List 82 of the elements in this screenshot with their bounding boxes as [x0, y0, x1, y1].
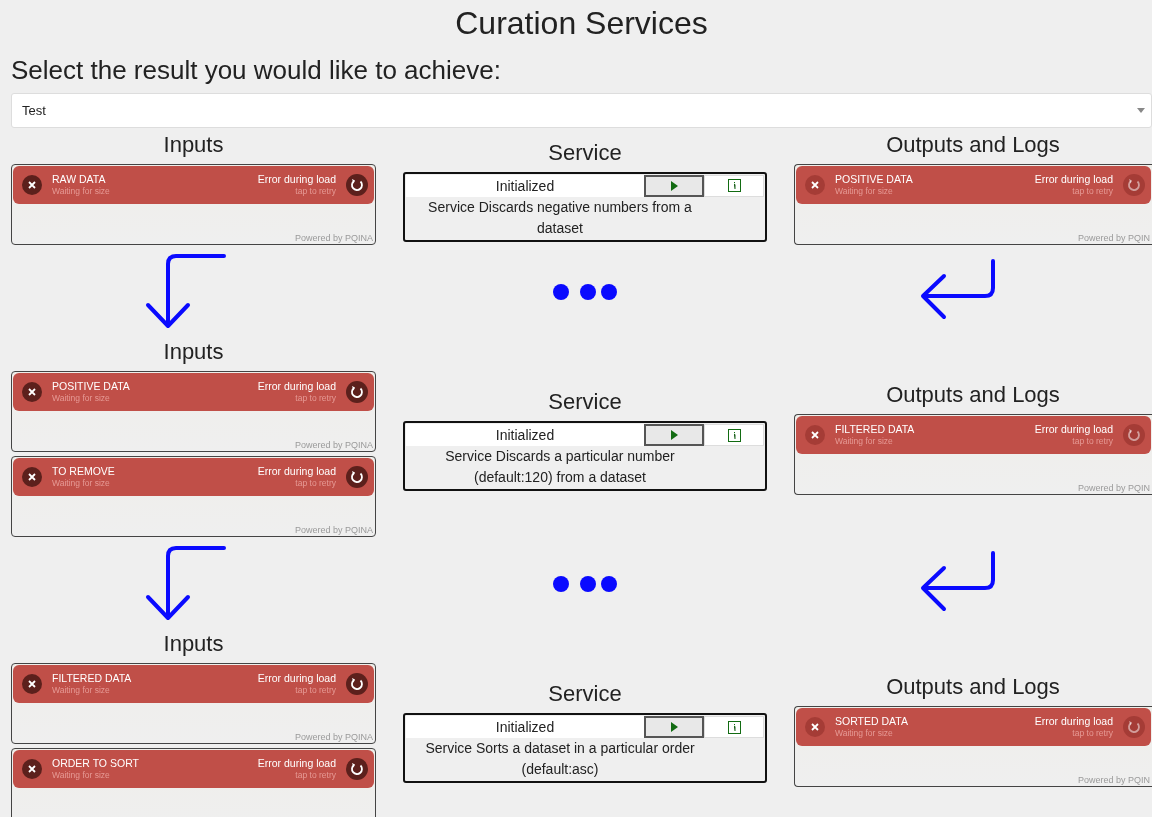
file-name: RAW DATA — [52, 173, 107, 186]
file-status: Waiting for size — [52, 186, 111, 197]
result-select[interactable]: Test — [11, 93, 1152, 128]
run-button[interactable] — [644, 174, 704, 197]
retry-hint: tap to retry — [294, 186, 336, 197]
file-name: FILTERED DATA — [835, 422, 916, 436]
inputs-heading: Inputs — [162, 631, 225, 657]
file-status: Waiting for size — [835, 727, 894, 739]
remove-button[interactable] — [22, 382, 42, 402]
file-status: Waiting for size — [52, 685, 111, 696]
error-text: Error during load — [257, 672, 336, 685]
retry-hint: tap to retry — [1071, 186, 1113, 197]
outputs-heading: Outputs and Logs — [885, 381, 1061, 408]
info-button[interactable] — [704, 716, 764, 738]
ellipsis-icon — [552, 283, 618, 301]
service-heading: Service — [547, 139, 623, 166]
info-button[interactable] — [704, 174, 764, 197]
retry-hint: tap to retry — [1071, 727, 1113, 739]
run-button[interactable] — [644, 424, 704, 446]
credit-text: Powered by PQIN — [1077, 774, 1150, 785]
file-status: Waiting for size — [52, 770, 111, 781]
remove-button[interactable] — [22, 467, 42, 487]
file-status: Waiting for size — [52, 478, 111, 489]
retry-button[interactable] — [346, 758, 368, 780]
error-text: Error during load — [257, 465, 336, 478]
error-text: Error during load — [1034, 422, 1113, 436]
service-heading: Service — [547, 681, 623, 707]
file-status: Waiting for size — [835, 435, 894, 447]
credit-text: Powered by PQINA — [294, 440, 373, 450]
ellipsis-icon — [552, 575, 618, 593]
file-name: ORDER TO SORT — [52, 757, 140, 770]
outputs-heading: Outputs and Logs — [885, 673, 1061, 700]
inputs-heading: Inputs — [162, 132, 225, 158]
play-icon — [670, 722, 678, 732]
retry-button[interactable] — [346, 381, 368, 403]
service-status: Initialized — [406, 716, 644, 738]
credit-text: Powered by PQIN — [1077, 233, 1150, 243]
retry-button[interactable] — [346, 466, 368, 488]
file-name: POSITIVE DATA — [835, 173, 914, 186]
retry-hint: tap to retry — [294, 685, 336, 696]
service-status: Initialized — [406, 424, 644, 446]
retry-hint: tap to retry — [294, 393, 336, 404]
remove-button[interactable] — [22, 759, 42, 779]
credit-text: Powered by PQINA — [294, 732, 373, 742]
service-description: Service Discards negative numbers from a dataset — [427, 197, 693, 238]
remove-button[interactable] — [22, 674, 42, 694]
service-heading: Service — [547, 389, 623, 415]
error-text: Error during load — [1034, 173, 1113, 186]
retry-hint: tap to retry — [1071, 435, 1113, 447]
error-text: Error during load — [1034, 714, 1113, 728]
error-text: Error during load — [257, 173, 336, 186]
remove-button[interactable] — [22, 175, 42, 195]
file-name: TO REMOVE — [52, 465, 116, 478]
run-button[interactable] — [644, 716, 704, 738]
retry-button[interactable] — [346, 673, 368, 695]
retry-hint: tap to retry — [294, 478, 336, 489]
credit-text: Powered by PQINA — [294, 233, 373, 243]
error-text: Error during load — [257, 757, 336, 770]
file-status: Waiting for size — [52, 393, 111, 404]
service-description: Service Sorts a dataset in a particular order (default:asc) — [424, 739, 696, 779]
file-status: Waiting for size — [835, 186, 894, 197]
credit-text: Powered by PQIN — [1077, 482, 1150, 493]
file-name: FILTERED DATA — [52, 672, 133, 685]
inputs-heading: Inputs — [162, 339, 225, 365]
credit-text: Powered by PQINA — [294, 525, 373, 535]
service-description: Service Discards a particular number (default:120) from a dataset — [444, 447, 676, 487]
play-icon — [670, 180, 678, 191]
page-title: Curation Services — [454, 4, 709, 42]
outputs-heading: Outputs and Logs — [885, 132, 1061, 158]
retry-button[interactable] — [346, 174, 368, 196]
info-icon — [727, 720, 741, 734]
play-icon — [670, 430, 678, 440]
caret-icon — [1137, 108, 1145, 113]
info-button[interactable] — [704, 424, 764, 446]
prompt-text: Select the result you would like to achieve: — [11, 55, 502, 85]
service-status: Initialized — [406, 174, 644, 197]
file-name: SORTED DATA — [835, 714, 909, 728]
retry-hint: tap to retry — [294, 770, 336, 781]
file-name: POSITIVE DATA — [52, 380, 131, 393]
error-text: Error during load — [257, 380, 336, 393]
info-icon — [727, 179, 741, 192]
info-icon — [727, 428, 741, 442]
